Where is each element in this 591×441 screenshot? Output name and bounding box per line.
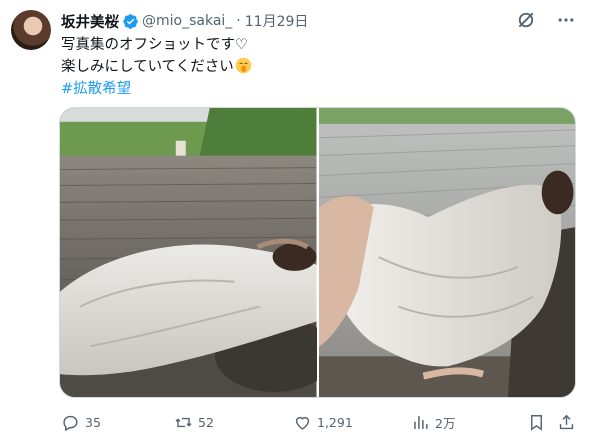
reply-icon (63, 415, 78, 431)
bookmark-button[interactable] (527, 410, 546, 434)
tweet-line-2-wrap: 楽しみにしていてください (61, 56, 252, 78)
retweet-count: 52 (198, 414, 214, 430)
views-icon (414, 415, 428, 429)
like-icon (295, 416, 310, 430)
media-grid (59, 107, 576, 398)
tweet-header: 坂井美桜 @mio_sakai_ · 11月29日 (61, 11, 308, 31)
action-bar: 35 52 1,291 2万 (55, 410, 580, 434)
tweet-line-1: 写真集のオフショットです♡ (61, 37, 248, 53)
separator: · (236, 13, 241, 29)
more-icon[interactable] (555, 9, 577, 31)
reply-count: 35 (85, 414, 101, 430)
tweet-text: 写真集のオフショットです♡ 楽しみにしていてください #拡散希望 (61, 34, 252, 100)
like-count: 1,291 (317, 414, 353, 430)
photo-left[interactable] (60, 108, 317, 397)
photo-right[interactable] (318, 108, 575, 397)
retweet-button[interactable]: 52 (174, 410, 214, 434)
user-handle[interactable]: @mio_sakai_ (142, 13, 232, 29)
share-button[interactable] (557, 410, 576, 434)
verified-badge-icon (123, 13, 138, 29)
bookmark-icon (531, 414, 542, 431)
tweet-top-actions (515, 9, 577, 31)
tweet-line-2: 楽しみにしていてください (61, 59, 234, 75)
grok-icon[interactable] (515, 9, 537, 31)
views-count: 2万 (435, 415, 456, 431)
retweet-icon (175, 417, 192, 427)
hashtag-link[interactable]: #拡散希望 (61, 78, 252, 100)
views-button[interactable]: 2万 (411, 410, 455, 434)
reply-button[interactable]: 35 (61, 410, 101, 434)
avatar[interactable] (11, 10, 51, 50)
tweet-date[interactable]: 11月29日 (245, 11, 309, 31)
display-name[interactable]: 坂井美桜 (61, 11, 119, 32)
share-icon (559, 414, 574, 429)
shushing-face-emoji-icon (235, 57, 251, 74)
like-button[interactable]: 1,291 (293, 410, 353, 434)
